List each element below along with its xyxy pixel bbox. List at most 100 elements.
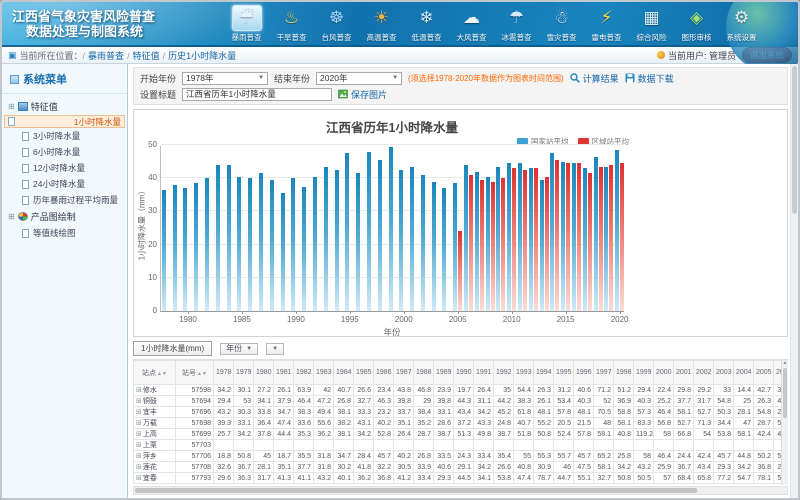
- location-icon: ▣: [8, 50, 17, 61]
- year-filter-select[interactable]: 年份 ▼: [220, 343, 258, 355]
- value-cell: 33.5: [434, 451, 454, 462]
- value-cell: 36.2: [314, 429, 334, 440]
- magnifier-icon: [570, 73, 580, 83]
- tree-item[interactable]: 12小时降水量: [4, 160, 125, 176]
- value-cell: 50.2: [754, 451, 774, 462]
- end-year-select[interactable]: 2020年 ▼: [316, 72, 402, 85]
- nav-item-gale[interactable]: ☁大风普查: [449, 4, 494, 45]
- nav-item-high-temp[interactable]: ☀高温普查: [359, 4, 404, 45]
- tree-item[interactable]: 等值线绘图: [4, 225, 125, 241]
- x-tick-mark: [296, 311, 297, 314]
- national-avg-bar: [540, 180, 544, 311]
- tree-item[interactable]: 24小时降水量: [4, 176, 125, 192]
- value-cell: 46.4: [654, 407, 674, 418]
- tree-item[interactable]: 6小时降水量: [4, 144, 125, 160]
- value-cell: 51.8: [514, 429, 534, 440]
- x-tick-label: 2015: [551, 315, 581, 324]
- nav-item-hail[interactable]: ☂冰雹普查: [494, 4, 539, 45]
- value-cell: 70.5: [594, 407, 614, 418]
- start-year-select[interactable]: 1978年 ▼: [182, 72, 268, 85]
- value-cell: 43.4: [454, 407, 474, 418]
- value-cell: [494, 440, 514, 451]
- nav-item-lightning[interactable]: ⚡雷电普查: [584, 4, 629, 45]
- value-cell: 33.1: [434, 407, 454, 418]
- table-vscroll-thumb[interactable]: [783, 368, 787, 418]
- nav-item-label: 雪灾普查: [547, 32, 577, 43]
- secondary-filter-select[interactable]: ▼: [266, 343, 284, 355]
- nav-item-typhoon[interactable]: ☸台风普查: [314, 4, 359, 45]
- regional-avg-bar: [534, 168, 538, 311]
- value-cell: [714, 440, 734, 451]
- chart-plot-area: 0102030405019801985199019952000200520102…: [160, 146, 624, 312]
- value-cell: 30.1: [234, 385, 254, 396]
- value-cell: [434, 440, 454, 451]
- nav-item-composite-risk[interactable]: ▦综合风险: [629, 4, 674, 45]
- table-tab-button[interactable]: 1小时降水量(mm): [133, 341, 212, 356]
- value-cell: 40.7: [334, 385, 354, 396]
- regional-avg-bar: [599, 167, 603, 311]
- value-cell: 45.7: [574, 451, 594, 462]
- value-cell: 31.7: [694, 396, 714, 407]
- national-avg-bar: [464, 165, 468, 311]
- nav-item-low-temp[interactable]: ❄低温普查: [404, 4, 449, 45]
- toolbar: 开始年份 1978年 ▼ 结束年份 2020年 ▼ (须选择1978-2020年…: [133, 67, 788, 105]
- tree-item[interactable]: 1小时降水量: [4, 115, 125, 128]
- nav-item-snow[interactable]: ☃ 雪灾普查: [539, 4, 584, 45]
- expand-icon[interactable]: ⊞: [136, 387, 142, 394]
- sort-icons[interactable]: ▲▼: [157, 371, 167, 377]
- expand-icon[interactable]: ⊞: [136, 420, 142, 427]
- expand-icon[interactable]: ⊞: [136, 442, 142, 449]
- collapse-icon[interactable]: ⊞: [8, 213, 15, 221]
- value-cell: 29.2: [694, 385, 714, 396]
- regional-avg-bar: [588, 173, 592, 311]
- expand-icon[interactable]: ⊞: [136, 464, 142, 471]
- tree-item[interactable]: 历年暴雨过程平均雨量: [4, 192, 125, 208]
- station-name: 上高: [143, 431, 157, 438]
- value-cell: 40.8: [514, 462, 534, 473]
- tree-item[interactable]: 3小时降水量: [4, 128, 125, 144]
- value-cell: 26.3: [534, 385, 554, 396]
- value-cell: 49.8: [474, 429, 494, 440]
- sort-icons[interactable]: ▲▼: [197, 371, 207, 377]
- snow-icon: ☃: [554, 10, 569, 27]
- station-column-header[interactable]: 站点▲▼: [134, 361, 176, 385]
- table-row: ⊞萍乡5770618.850.84518.735.531.834.728.445…: [134, 451, 789, 462]
- expand-icon[interactable]: ⊞: [136, 475, 142, 482]
- value-cell: 34.2: [734, 462, 754, 473]
- value-cell: [554, 440, 574, 451]
- expand-icon[interactable]: ⊞: [136, 409, 142, 416]
- value-cell: 40.7: [514, 418, 534, 429]
- nav-item-settings[interactable]: ⚙系统设置: [719, 4, 764, 45]
- calc-result-button[interactable]: 计算结果: [570, 72, 619, 85]
- expand-icon[interactable]: ⊞: [136, 453, 142, 460]
- year-column-header: 1994: [534, 361, 554, 385]
- x-tick-mark: [620, 311, 621, 314]
- table-horizontal-scrollbar[interactable]: [133, 486, 788, 495]
- value-cell: 38.3: [294, 407, 314, 418]
- value-cell: 55.3: [534, 451, 554, 462]
- expand-icon[interactable]: ⊞: [136, 398, 142, 405]
- station-name: 修水: [143, 387, 157, 394]
- main-vscroll-thumb[interactable]: [792, 66, 797, 214]
- station-name: 萍乡: [143, 453, 157, 460]
- value-cell: 31.8: [314, 451, 334, 462]
- nav-item-drought[interactable]: ♨干旱普查: [269, 4, 314, 45]
- tree-node-feature-values[interactable]: ⊞ 特征值: [4, 98, 125, 115]
- main-vertical-scrollbar[interactable]: [790, 64, 798, 498]
- table-vertical-scrollbar[interactable]: ▲: [781, 360, 788, 485]
- tree-node-product-mapping[interactable]: ⊞产品图绘制: [4, 208, 125, 225]
- chart-title-input[interactable]: [182, 88, 332, 101]
- save-image-button[interactable]: 保存图片: [338, 88, 387, 101]
- data-download-button[interactable]: 数据下载: [625, 72, 674, 85]
- collapse-icon[interactable]: ⊞: [8, 103, 15, 111]
- value-cell: 43.3: [474, 418, 494, 429]
- station-id-header-label: 站号: [182, 370, 196, 377]
- station-id-column-header[interactable]: 站号▲▼: [176, 361, 214, 385]
- tree-node-label: 特征值: [31, 100, 58, 113]
- national-avg-bar: [291, 178, 295, 311]
- chevron-down-icon: ▼: [392, 75, 398, 81]
- table-hscroll-thumb[interactable]: [135, 488, 697, 493]
- nav-item-map-review[interactable]: ◈图形审核: [674, 4, 719, 45]
- expand-icon[interactable]: ⊞: [136, 431, 142, 438]
- nav-item-rainstorm[interactable]: ☔暴雨普查: [224, 4, 269, 45]
